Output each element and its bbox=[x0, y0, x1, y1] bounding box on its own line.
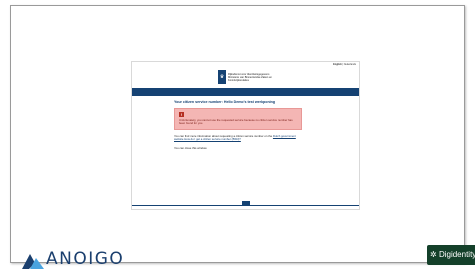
language-switcher: English | Nederlands bbox=[333, 63, 356, 66]
footer-line bbox=[132, 205, 359, 206]
error-alert: ! Unfortunately, you cannot use the requ… bbox=[174, 108, 302, 130]
embedded-browser-screenshot: English | Nederlands ♛ Rijksdienst voor … bbox=[131, 61, 360, 210]
crest-icon: ♛ bbox=[218, 70, 226, 84]
organisation-name: Rijksdienst voor Identiteitsgegevens Min… bbox=[228, 73, 280, 82]
info-paragraph: You can find more information about requ… bbox=[174, 134, 302, 142]
language-dutch-link[interactable]: Nederlands bbox=[344, 63, 356, 66]
page-title: Your citizen service number: Hello Demo'… bbox=[174, 100, 276, 104]
digidentity-badge: ✲ Digidentity bbox=[427, 245, 475, 265]
government-logo: ♛ Rijksdienst voor Identiteitsgegevens M… bbox=[218, 70, 278, 84]
organisation-name-line: Koninkrijksrelaties bbox=[228, 79, 249, 83]
digidentity-icon: ✲ bbox=[430, 250, 437, 259]
language-english-link[interactable]: English bbox=[333, 63, 342, 66]
anoigo-wordmark: ANOIGO bbox=[46, 249, 125, 269]
main-content: Your citizen service number: Hello Demo'… bbox=[174, 100, 324, 150]
error-icon: ! bbox=[179, 112, 184, 117]
header-bar bbox=[132, 88, 359, 96]
error-message: Unfortunately, you cannot use the reques… bbox=[179, 118, 293, 126]
close-window-text: You can close this window. bbox=[174, 145, 208, 150]
digidentity-label: Digidentity bbox=[438, 250, 475, 259]
anoigo-mark-icon bbox=[22, 254, 44, 269]
